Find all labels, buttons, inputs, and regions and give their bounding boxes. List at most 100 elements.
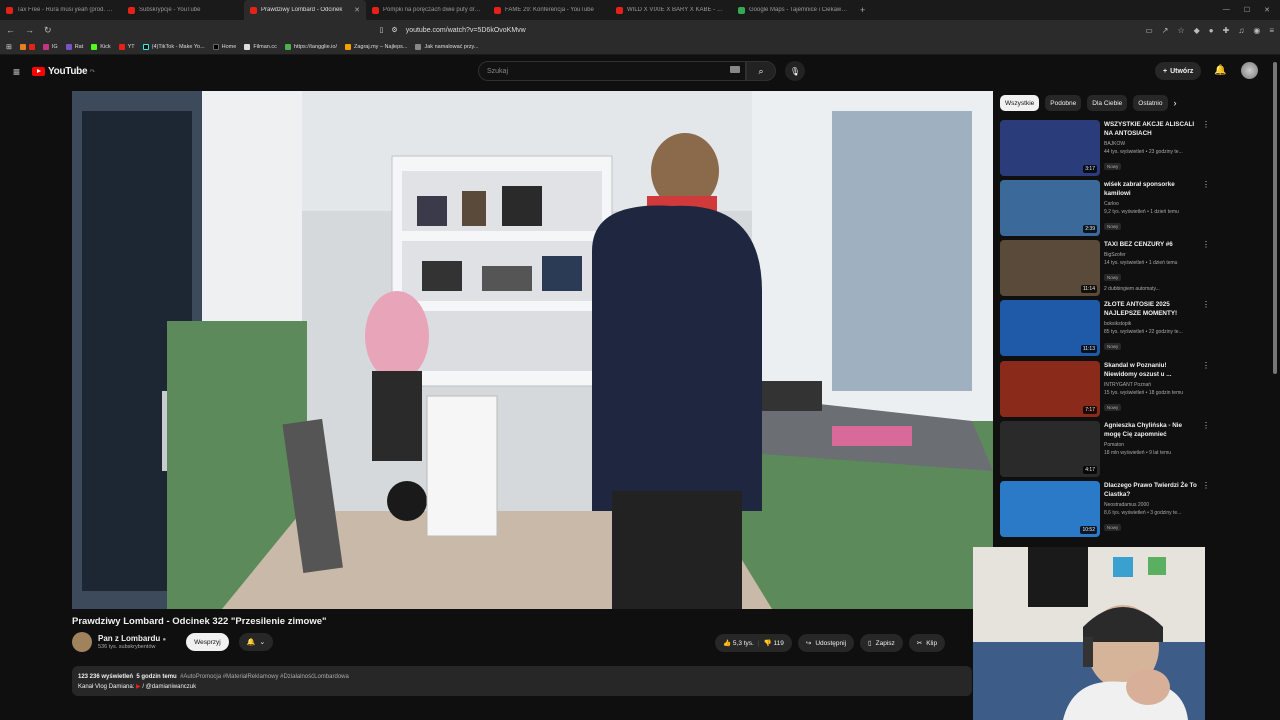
- clip-button[interactable]: ✂ Klip: [908, 634, 946, 652]
- video-thumbnail[interactable]: 4:17: [1000, 421, 1100, 477]
- bookmark-item[interactable]: https://tangglie.io/: [284, 44, 337, 50]
- hashtags[interactable]: #AutoPromocja #MateriałReklamowy #Działa…: [180, 674, 349, 680]
- recommendation-channel[interactable]: Neostradamus 2000: [1104, 502, 1198, 508]
- recommendation-channel[interactable]: INTRYGANT Poznań: [1104, 382, 1198, 388]
- url-field[interactable]: ▯ ⚙ youtube.com/watch?v=5D6kOvoKMvw: [380, 23, 900, 37]
- recommendation-title[interactable]: Skandal w Poznaniu! Niewidomy oszust u .…: [1104, 361, 1198, 379]
- channel-name[interactable]: Pan z Lombardu ●: [98, 634, 166, 643]
- more-options-icon[interactable]: ⋮: [1202, 300, 1210, 358]
- save-button[interactable]: ▯ Zapisz: [860, 634, 903, 652]
- voice-search-button[interactable]: 🎙: [785, 61, 805, 81]
- recommendation-title[interactable]: TAXI BEZ CENZURY #6: [1104, 240, 1198, 249]
- recommendation-item[interactable]: 7:17 Skandal w Poznaniu! Niewidomy oszust…: [1000, 361, 1210, 419]
- bookmark-item[interactable]: Zagraj.my – Najleps...: [344, 44, 407, 50]
- more-options-icon[interactable]: ⋮: [1202, 180, 1210, 238]
- share-icon[interactable]: ↗: [1162, 26, 1169, 35]
- more-options-icon[interactable]: ⋮: [1202, 240, 1210, 298]
- forward-icon[interactable]: →: [25, 25, 34, 35]
- bookmark-item[interactable]: YT: [118, 44, 135, 50]
- extension-icon[interactable]: ◆: [1194, 26, 1200, 35]
- recommendation-item[interactable]: 11:14 TAXI BEZ CENZURY #6 BigSzofer 14 tys.…: [1000, 240, 1210, 298]
- recommendation-channel[interactable]: boksikstopik: [1104, 321, 1198, 327]
- more-options-icon[interactable]: ⋮: [1202, 120, 1210, 178]
- browser-tab[interactable]: Subskrypcje - YouTube: [122, 0, 244, 20]
- new-tab-icon[interactable]: +: [854, 5, 871, 15]
- share-button[interactable]: ↪ Udostępnij: [797, 634, 855, 652]
- minimize-icon[interactable]: —: [1223, 6, 1230, 14]
- recommendation-channel[interactable]: BAJKOW: [1104, 141, 1198, 147]
- scrollbar[interactable]: [1273, 62, 1277, 374]
- keyboard-icon[interactable]: [730, 66, 740, 73]
- apps-icon[interactable]: ⊞: [6, 43, 12, 51]
- channel-avatar[interactable]: [72, 632, 92, 652]
- recommendation-item[interactable]: 10:52 Dlaczego Prawo Twierdzi Że To Ciast…: [1000, 481, 1210, 539]
- recommendation-channel[interactable]: Pomaton: [1104, 442, 1198, 448]
- recommendation-item[interactable]: 11:13 ZŁOTE ANTOSIE 2025 NAJLEPSZE MOMENT…: [1000, 300, 1210, 358]
- notifications-bell-icon[interactable]: 🔔: [1214, 65, 1226, 76]
- video-thumbnail[interactable]: 10:52: [1000, 481, 1100, 537]
- bookmark-item[interactable]: (4)TikTok - Make Yo...: [142, 44, 205, 50]
- video-player[interactable]: [72, 91, 993, 609]
- description-box[interactable]: 123 236 wyświetleń 5 godzin temu #AutoPr…: [72, 666, 972, 696]
- recommendation-item[interactable]: 2:39 wiśek zabrał sponsorke kamilowi Carlo…: [1000, 180, 1210, 238]
- create-button[interactable]: + Utwórz: [1155, 62, 1202, 80]
- media-icon[interactable]: ♫: [1238, 26, 1244, 35]
- star-icon[interactable]: ☆: [1177, 26, 1184, 35]
- recommendation-title[interactable]: WSZYSTKIE AKCJE ALISCALI NA ANTOSIACH: [1104, 120, 1198, 138]
- profile-icon[interactable]: ◉: [1253, 26, 1260, 35]
- recommendation-channel[interactable]: Carloo: [1104, 201, 1198, 207]
- search-button[interactable]: ⌕: [746, 61, 776, 81]
- browser-tab-active[interactable]: Prawdziwy Lombard - Odcinek ✕: [244, 0, 366, 20]
- hamburger-menu-icon[interactable]: ≡: [13, 65, 20, 79]
- close-window-icon[interactable]: ✕: [1264, 6, 1270, 14]
- youtube-logo[interactable]: YouTube PL: [32, 66, 95, 77]
- browser-tab[interactable]: Google Maps - Tajemnice i Ciekawos...: [732, 0, 854, 20]
- browser-tab[interactable]: WILD X VIXIE X BARY X KABE - SZL4...: [610, 0, 732, 20]
- chevron-right-icon[interactable]: ›: [1174, 95, 1177, 111]
- chip-all[interactable]: Wszystkie: [1000, 95, 1040, 111]
- more-options-icon[interactable]: ⋮: [1202, 481, 1210, 539]
- more-options-icon[interactable]: ⋮: [1202, 361, 1210, 419]
- cast-icon[interactable]: ▭: [1145, 26, 1153, 35]
- more-options-icon[interactable]: ⋮: [1202, 421, 1210, 479]
- bookmark-item[interactable]: Home: [212, 44, 236, 50]
- maximize-icon[interactable]: ☐: [1244, 6, 1250, 14]
- browser-tab[interactable]: Pompki na poręczach dwie pufy dron...: [366, 0, 488, 20]
- close-tab-icon[interactable]: ✕: [354, 6, 360, 14]
- search-input[interactable]: Szukaj: [478, 61, 746, 81]
- recommendation-item[interactable]: 4:17 Agnieszka Chylińska - Nie mogę Cię z…: [1000, 421, 1210, 479]
- video-thumbnail[interactable]: 2:39: [1000, 180, 1100, 236]
- account-avatar[interactable]: [1241, 62, 1258, 79]
- recommendation-title[interactable]: wiśek zabrał sponsorke kamilowi: [1104, 180, 1198, 198]
- back-icon[interactable]: ←: [6, 25, 15, 35]
- browser-tab[interactable]: FAME 29: Konferencja - YouTube: [488, 0, 610, 20]
- video-thumbnail[interactable]: 11:14: [1000, 240, 1100, 296]
- chip-related[interactable]: Podobne: [1045, 95, 1082, 111]
- subscription-bell-button[interactable]: 🔔 ⌄: [238, 633, 274, 651]
- channel-link[interactable]: / @damianiwanczuk: [142, 684, 196, 690]
- recommendation-title[interactable]: ZŁOTE ANTOSIE 2025 NAJLEPSZE MOMENTY!: [1104, 300, 1198, 318]
- bookmark-item[interactable]: Rat: [65, 44, 83, 50]
- puzzle-icon[interactable]: ✚: [1223, 26, 1230, 35]
- dislike-button[interactable]: 👎 119: [764, 639, 784, 647]
- reload-icon[interactable]: ↻: [44, 25, 52, 36]
- recommendation-channel[interactable]: BigSzofer: [1104, 252, 1198, 258]
- browser-menu-icon[interactable]: ≡: [1269, 26, 1274, 35]
- like-button[interactable]: 👍 5,3 tys.: [723, 639, 754, 647]
- video-thumbnail[interactable]: 3:17: [1000, 120, 1100, 176]
- video-thumbnail[interactable]: 11:13: [1000, 300, 1100, 356]
- recommendation-title[interactable]: Dlaczego Prawo Twierdzi Że To Ciastka?: [1104, 481, 1198, 499]
- bookmark-item[interactable]: Filman.cc: [244, 44, 277, 50]
- site-info-icon[interactable]: ⚙: [391, 26, 397, 34]
- bookmark-item[interactable]: [19, 44, 35, 50]
- chip-for-you[interactable]: Dla Ciebie: [1087, 95, 1128, 111]
- recommendation-title[interactable]: Agnieszka Chylińska - Nie mogę Cię zapom…: [1104, 421, 1198, 439]
- bookmark-item[interactable]: Kick: [91, 44, 111, 50]
- chip-recent[interactable]: Ostatnio: [1133, 95, 1168, 111]
- video-thumbnail[interactable]: 7:17: [1000, 361, 1100, 417]
- extension-icon[interactable]: ●: [1209, 26, 1214, 35]
- bookmark-icon[interactable]: ▯: [380, 26, 384, 34]
- bookmark-item[interactable]: IG: [42, 44, 58, 50]
- support-button[interactable]: Wesprzyj: [186, 633, 229, 651]
- browser-tab[interactable]: Tax Free - Rura musi yeah (prod. CL...: [0, 0, 122, 20]
